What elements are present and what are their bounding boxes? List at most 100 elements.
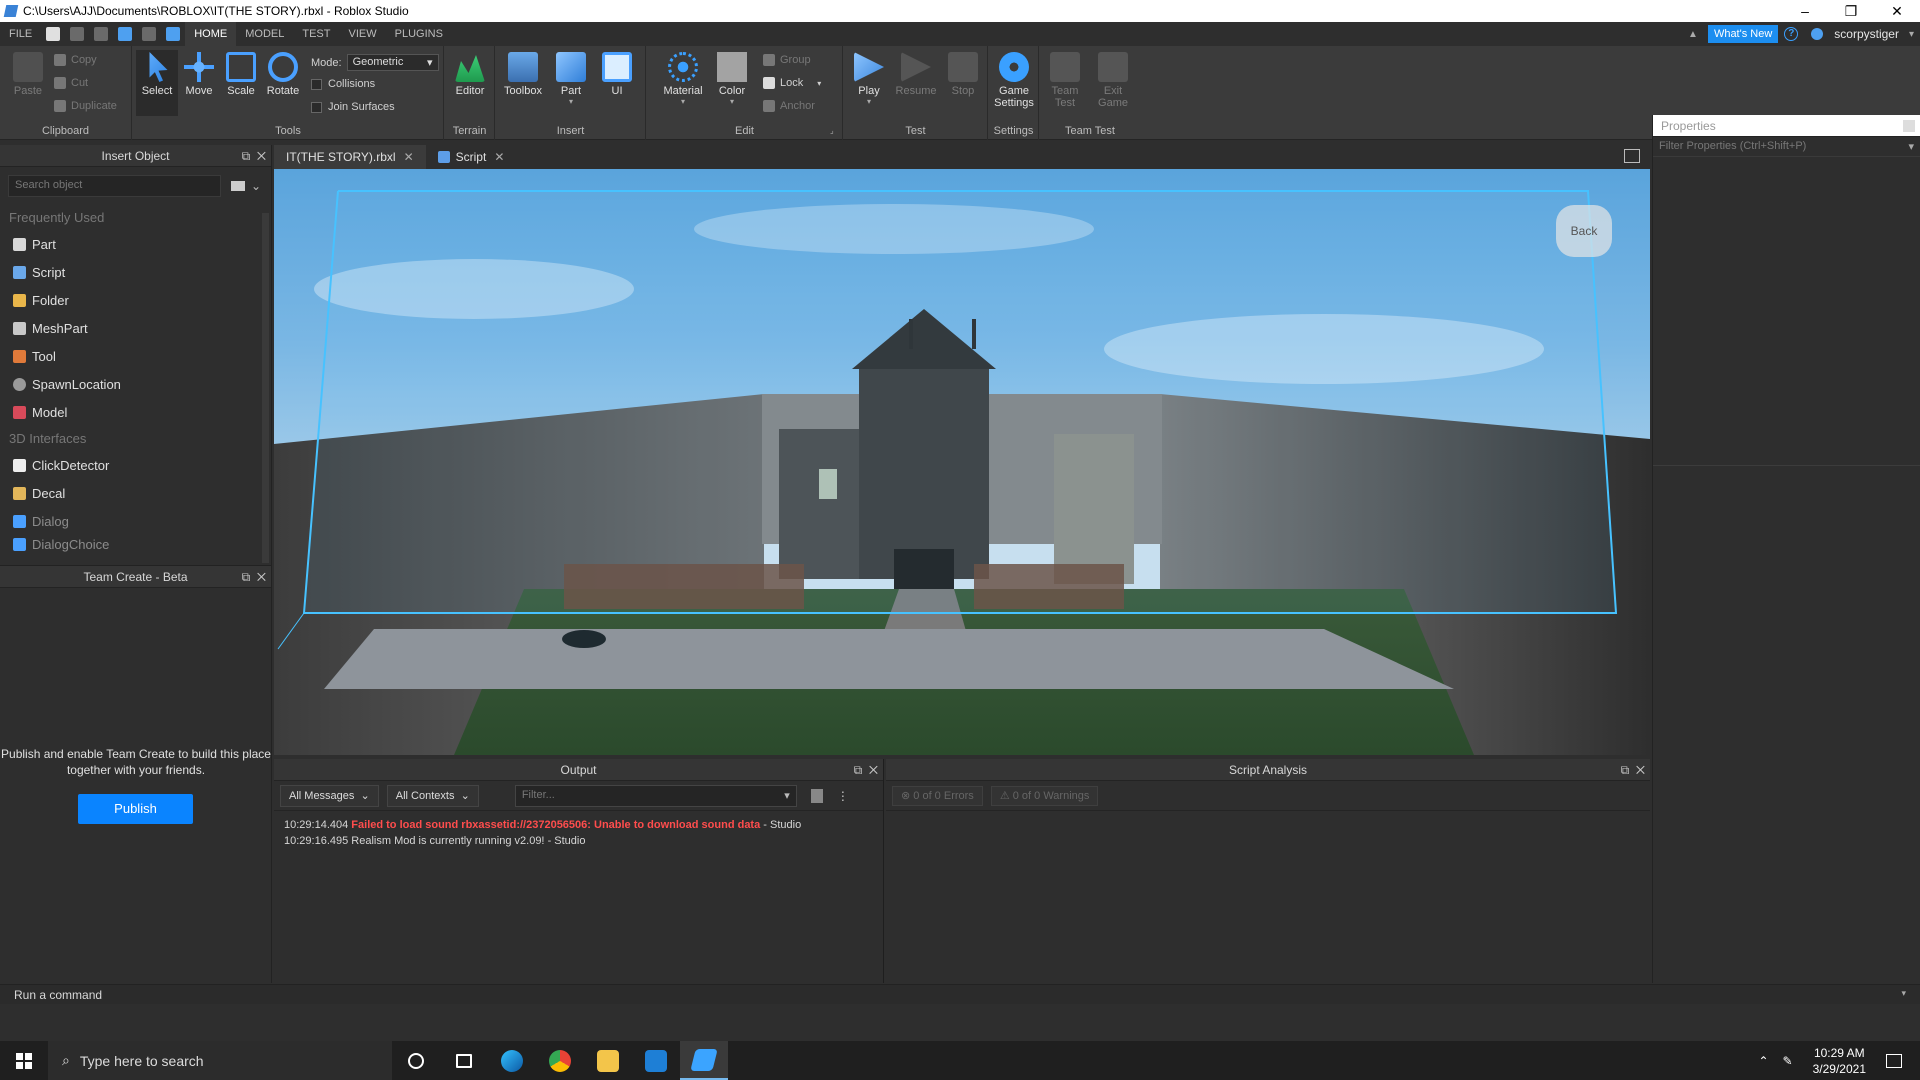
cortana-button[interactable] <box>392 1041 440 1080</box>
undo-icon[interactable] <box>70 27 85 41</box>
trash-icon[interactable] <box>810 788 823 803</box>
user-name[interactable]: scorpystiger <box>1834 27 1899 41</box>
taskbar-search[interactable]: ⌕ Type here to search <box>48 1041 392 1080</box>
new-file-icon[interactable] <box>46 27 61 41</box>
edge-button[interactable] <box>488 1041 536 1080</box>
copy-button[interactable]: Copy <box>54 54 97 66</box>
publish-button[interactable]: Publish <box>78 794 193 824</box>
insert-item-model[interactable]: Model <box>0 398 271 426</box>
command-history-dropdown-icon[interactable]: ▾ <box>1901 988 1906 999</box>
terrain-editor-button[interactable]: Editor <box>449 52 491 97</box>
clock[interactable]: 10:29 AM 3/29/2021 <box>1813 1045 1866 1077</box>
command-bar[interactable]: Run a command ▾ <box>0 984 1920 1004</box>
insert-item-spawnlocation[interactable]: SpawnLocation <box>0 370 271 398</box>
collisions-toggle[interactable]: Collisions <box>311 78 375 90</box>
filter-dropdown-icon[interactable]: ▾ <box>1908 140 1914 153</box>
insert-item-folder[interactable]: Folder <box>0 286 271 314</box>
material-dropdown-icon[interactable]: ▾ <box>659 97 707 106</box>
view-toggle-icon[interactable] <box>231 181 245 191</box>
select-button[interactable]: Select <box>136 50 178 116</box>
share-icon[interactable] <box>1811 28 1824 40</box>
material-button[interactable]: Material ▾ <box>659 52 707 106</box>
insert-item-meshpart[interactable]: MeshPart <box>0 314 271 342</box>
3d-viewport[interactable]: Back <box>274 169 1650 755</box>
tab-place-file[interactable]: IT(THE STORY).rbxl ✕ <box>274 145 426 169</box>
lock-dropdown-icon[interactable]: ▾ <box>817 79 821 88</box>
tab-home[interactable]: HOME <box>185 22 237 46</box>
tab-model[interactable]: MODEL <box>236 22 293 46</box>
undock-icon[interactable]: ⧉ <box>242 149 251 163</box>
cut-button[interactable]: Cut <box>54 77 88 89</box>
panel-close-icon[interactable]: ✕ <box>1636 763 1645 777</box>
panel-close-icon[interactable]: ✕ <box>257 570 266 584</box>
panel-close-icon[interactable]: ✕ <box>257 149 266 163</box>
mail-button[interactable] <box>632 1041 680 1080</box>
notifications-icon[interactable] <box>1886 1053 1902 1068</box>
mode-select[interactable]: Geometric ▾ <box>346 54 439 71</box>
collisions-checkbox[interactable] <box>311 78 322 90</box>
game-settings-button[interactable]: Game Settings <box>991 52 1037 109</box>
task-view-button[interactable] <box>440 1041 488 1080</box>
whats-new-button[interactable]: What's New <box>1707 25 1779 43</box>
part-button[interactable]: Part ▾ <box>550 52 592 106</box>
start-button[interactable] <box>0 1041 48 1080</box>
minimize-button[interactable]: – <box>1782 3 1828 19</box>
duplicate-button[interactable]: Duplicate <box>54 100 117 112</box>
tab-close-icon[interactable]: ✕ <box>494 145 504 169</box>
tab-file[interactable]: FILE <box>0 22 41 46</box>
insert-item-dialogchoice[interactable]: DialogChoice <box>0 535 271 553</box>
team-icon[interactable] <box>166 27 181 41</box>
tab-plugins[interactable]: PLUGINS <box>386 22 452 46</box>
message-filter-dropdown[interactable]: All Messages ⌄ <box>280 784 379 807</box>
rotate-button[interactable]: Rotate <box>262 52 304 97</box>
tray-overflow-icon[interactable]: ⌃ <box>1758 1054 1768 1068</box>
properties-filter-input[interactable]: Filter Properties (Ctrl+Shift+P) ▾ <box>1653 137 1920 157</box>
insert-object-search[interactable]: Search object <box>8 175 221 197</box>
scale-button[interactable]: Scale <box>220 52 262 97</box>
more-options-icon[interactable]: ⋮ <box>837 789 849 803</box>
edit-expand-icon[interactable]: ⌟ <box>830 126 834 135</box>
tab-view[interactable]: VIEW <box>339 22 385 46</box>
properties-close-icon[interactable] <box>1903 120 1915 132</box>
undock-icon[interactable]: ⧉ <box>242 570 251 584</box>
publish-icon[interactable] <box>118 27 133 41</box>
toolbox-button[interactable]: Toolbox <box>500 52 546 97</box>
tab-script[interactable]: Script ✕ <box>426 145 517 169</box>
search-options-dropdown-icon[interactable]: ⌄ <box>251 179 261 193</box>
group-button[interactable]: Group <box>763 54 811 66</box>
help-icon[interactable]: ? <box>1784 27 1799 41</box>
close-button[interactable]: ✕ <box>1874 3 1920 20</box>
collapse-ribbon-icon[interactable]: ▲ <box>1688 29 1698 40</box>
file-explorer-button[interactable] <box>584 1041 632 1080</box>
context-filter-dropdown[interactable]: All Contexts ⌄ <box>386 784 479 807</box>
undock-icon[interactable]: ⧉ <box>1621 763 1630 777</box>
insert-item-dialog[interactable]: Dialog <box>0 507 271 535</box>
anchor-button[interactable]: Anchor <box>763 100 815 112</box>
panel-close-icon[interactable]: ✕ <box>869 763 878 777</box>
maximize-button[interactable]: ❐ <box>1828 3 1874 20</box>
team-test-button[interactable]: Team Test <box>1044 52 1086 109</box>
view-cube-back-button[interactable]: Back <box>1556 205 1612 257</box>
ui-button[interactable]: UI <box>596 52 638 97</box>
join-surfaces-checkbox[interactable] <box>311 101 322 113</box>
output-filter-input[interactable]: Filter... ▾ <box>514 784 797 807</box>
insert-item-decal[interactable]: Decal <box>0 479 271 507</box>
errors-filter[interactable]: ⊗ 0 of 0 Errors <box>892 785 983 806</box>
join-surfaces-toggle[interactable]: Join Surfaces <box>311 101 395 113</box>
roblox-studio-taskbar-button[interactable] <box>680 1041 728 1080</box>
color-dropdown-icon[interactable]: ▾ <box>711 97 753 106</box>
insert-item-part[interactable]: Part <box>0 230 271 258</box>
color-button[interactable]: Color ▾ <box>711 52 753 106</box>
insert-item-clickdetector[interactable]: ClickDetector <box>0 451 271 479</box>
warnings-filter[interactable]: ⚠ 0 of 0 Warnings <box>990 785 1099 806</box>
exit-game-button[interactable]: Exit Game <box>1092 52 1134 109</box>
resume-button[interactable]: Resume <box>894 52 938 97</box>
play-dropdown-icon[interactable]: ▾ <box>848 97 890 106</box>
part-dropdown-icon[interactable]: ▾ <box>550 97 592 106</box>
save-icon[interactable] <box>142 27 157 41</box>
chrome-button[interactable] <box>536 1041 584 1080</box>
move-button[interactable]: Move <box>178 52 220 97</box>
undock-icon[interactable]: ⧉ <box>854 763 863 777</box>
insert-item-script[interactable]: Script <box>0 258 271 286</box>
paste-button[interactable]: Paste <box>8 52 48 97</box>
